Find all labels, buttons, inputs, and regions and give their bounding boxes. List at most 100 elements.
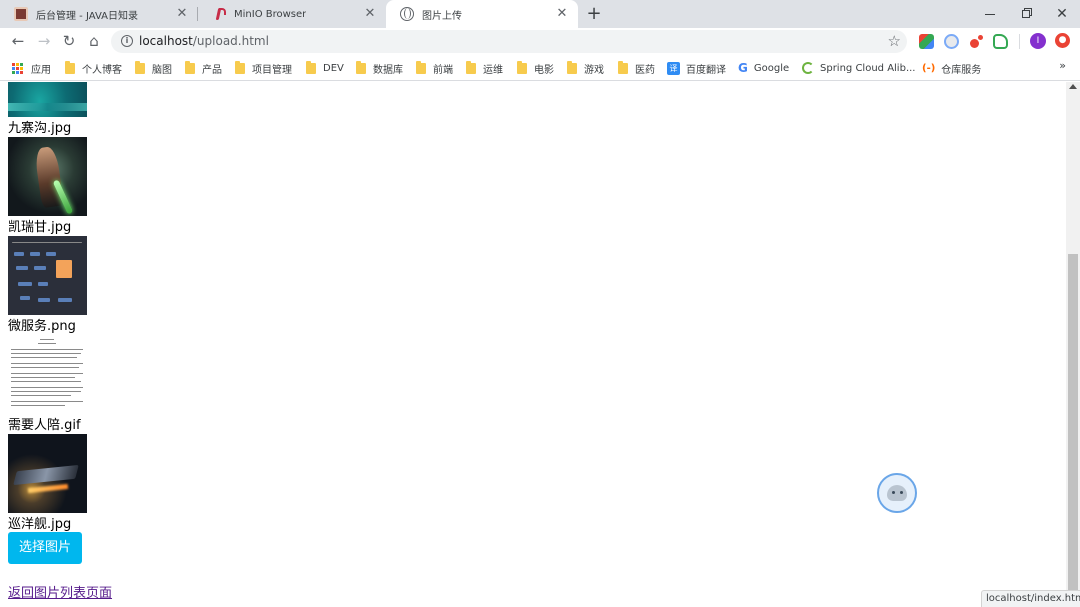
bookmark-label: 前端 (433, 64, 453, 76)
bookmark-label: 脑图 (152, 64, 172, 76)
extension-green-icon[interactable] (993, 34, 1008, 49)
info-icon[interactable]: i (121, 35, 133, 47)
spring-leaf-icon (802, 62, 814, 74)
bookmark-apps[interactable]: 应用 (12, 60, 51, 76)
scroll-up-arrow-icon[interactable] (1069, 84, 1077, 89)
minimize-icon[interactable] (972, 0, 1008, 28)
folder-icon (618, 60, 628, 74)
tab-strip: 后台管理 - JAVA日知录 ✕ MinIO Browser ✕ 图片上传 ✕ … (0, 0, 1080, 28)
apps-grid-icon (12, 62, 23, 74)
bookmark-label: 百度翻译 (686, 64, 726, 76)
bookmark-folder[interactable]: 游戏 (567, 60, 604, 76)
floating-assistant-avatar-icon[interactable] (877, 473, 917, 513)
bookmark-label: 个人博客 (82, 64, 122, 76)
bookmark-folder[interactable]: 数据库 (356, 60, 403, 76)
image-filename: 凯瑞甘.jpg (8, 220, 72, 235)
tab-upload[interactable]: 图片上传 ✕ (386, 0, 578, 28)
bookmark-label: 游戏 (584, 64, 604, 76)
translate-icon: 译 (667, 61, 680, 75)
status-url-bubble: localhost/index.html (981, 590, 1080, 607)
folder-icon (567, 60, 577, 74)
folder-icon (135, 60, 145, 74)
forward-arrow-icon[interactable]: → (34, 31, 54, 51)
bookmark-label: 仓库服务 (941, 64, 982, 76)
bookmark-label: 项目管理 (252, 64, 292, 76)
bookmark-label: 医药 (635, 64, 655, 76)
page-viewport: 九寨沟.jpg 凯瑞甘.jpg 微服务.png 需要人陪.gif 巡洋舰.jpg… (0, 82, 1066, 607)
address-bar[interactable]: i localhost/upload.html ☆ (111, 30, 907, 53)
back-to-list-link[interactable]: 返回图片列表页面 (8, 586, 112, 602)
image-thumbnail-cruiser (8, 434, 87, 513)
bookmark-spring-cloud[interactable]: Spring Cloud Alib... (802, 60, 915, 76)
bookmark-label: Google (753, 62, 790, 74)
image-thumbnail-microservice (8, 236, 87, 315)
folder-icon (65, 60, 75, 74)
google-icon: G (738, 61, 748, 75)
bookmark-folder[interactable]: 前端 (416, 60, 453, 76)
extension-colorful-icon[interactable] (919, 34, 934, 49)
tab-title: MinIO Browser (234, 8, 307, 20)
folder-icon (235, 60, 245, 74)
toolbar-separator (1019, 34, 1020, 49)
restore-icon[interactable] (1008, 0, 1044, 28)
image-filename: 九寨沟.jpg (8, 121, 72, 136)
folder-icon (416, 60, 426, 74)
new-tab-plus-icon[interactable]: + (584, 4, 604, 24)
home-icon[interactable]: ⌂ (84, 31, 104, 51)
choose-image-button[interactable]: 选择图片 (8, 532, 82, 564)
alibaba-cloud-icon: (-) (922, 62, 936, 74)
window-close-icon[interactable]: ✕ (1044, 0, 1080, 28)
image-filename: 巡洋舰.jpg (8, 517, 72, 532)
extension-red-dots-icon[interactable] (969, 34, 984, 49)
tab-title: 图片上传 (422, 10, 462, 22)
bookmark-label: 产品 (202, 64, 222, 76)
bookmark-label: 数据库 (373, 64, 403, 76)
bookmark-star-icon[interactable]: ☆ (888, 32, 901, 50)
globe-favicon-icon (400, 7, 414, 21)
bookmark-label: 运维 (483, 64, 503, 76)
reload-icon[interactable]: ↻ (59, 31, 79, 51)
bookmark-google[interactable]: G Google (738, 60, 789, 76)
folder-icon (466, 60, 476, 74)
bookmark-folder[interactable]: 医药 (618, 60, 655, 76)
bookmark-folder[interactable]: 运维 (466, 60, 503, 76)
bookmark-folder[interactable]: 脑图 (135, 60, 172, 76)
minio-favicon-icon (212, 7, 226, 21)
bookmark-folder[interactable]: 个人博客 (65, 60, 122, 76)
image-thumbnail-text-document (8, 335, 87, 414)
bookmark-folder[interactable]: DEV (306, 60, 344, 76)
close-icon[interactable]: ✕ (554, 6, 570, 22)
bookmark-label: DEV (323, 62, 344, 74)
bookmark-folder[interactable]: 项目管理 (235, 60, 292, 76)
image-thumbnail-jiuzhaigou (8, 82, 87, 117)
back-arrow-icon[interactable]: ← (8, 31, 28, 51)
scrollbar-thumb[interactable] (1068, 254, 1078, 594)
page-scrollbar[interactable] (1066, 82, 1080, 607)
image-filename: 微服务.png (8, 319, 76, 334)
image-thumbnail-kerrigan (8, 137, 87, 216)
folder-icon (306, 60, 316, 74)
tab-title: 后台管理 - JAVA日知录 (36, 10, 138, 22)
bookmark-label: 电影 (534, 64, 554, 76)
close-icon[interactable]: ✕ (362, 6, 378, 22)
close-icon[interactable]: ✕ (174, 6, 190, 22)
bookmarks-bar: 应用 个人博客 脑图 产品 项目管理 DEV 数据库 前端 运维 电影 游戏 医… (0, 55, 1080, 81)
image-filename: 需要人陪.gif (8, 418, 81, 433)
bookmark-label: Spring Cloud Alib... (820, 62, 916, 74)
folder-icon (185, 60, 195, 74)
bookmark-baidu-fanyi[interactable]: 译百度翻译 (667, 60, 726, 76)
profile-avatar[interactable]: I (1030, 33, 1046, 49)
tab-minio[interactable]: MinIO Browser ✕ (198, 0, 386, 28)
admin-favicon-icon (14, 7, 28, 21)
bookmark-cang[interactable]: (-) 仓库服务 (922, 60, 981, 76)
folder-icon (517, 60, 527, 74)
extension-circle-icon[interactable] (944, 34, 959, 49)
browser-toolbar: ← → ↻ ⌂ i localhost/upload.html ☆ I ● (0, 28, 1080, 55)
bookmark-label: 应用 (31, 64, 51, 76)
tab-admin[interactable]: 后台管理 - JAVA日知录 ✕ (0, 0, 198, 28)
extension-menu-icon[interactable]: ● (1055, 33, 1070, 48)
url-text[interactable]: localhost/upload.html (139, 34, 269, 49)
bookmark-folder[interactable]: 电影 (517, 60, 554, 76)
bookmark-folder[interactable]: 产品 (185, 60, 222, 76)
chevron-double-right-icon[interactable]: » (1059, 59, 1066, 72)
